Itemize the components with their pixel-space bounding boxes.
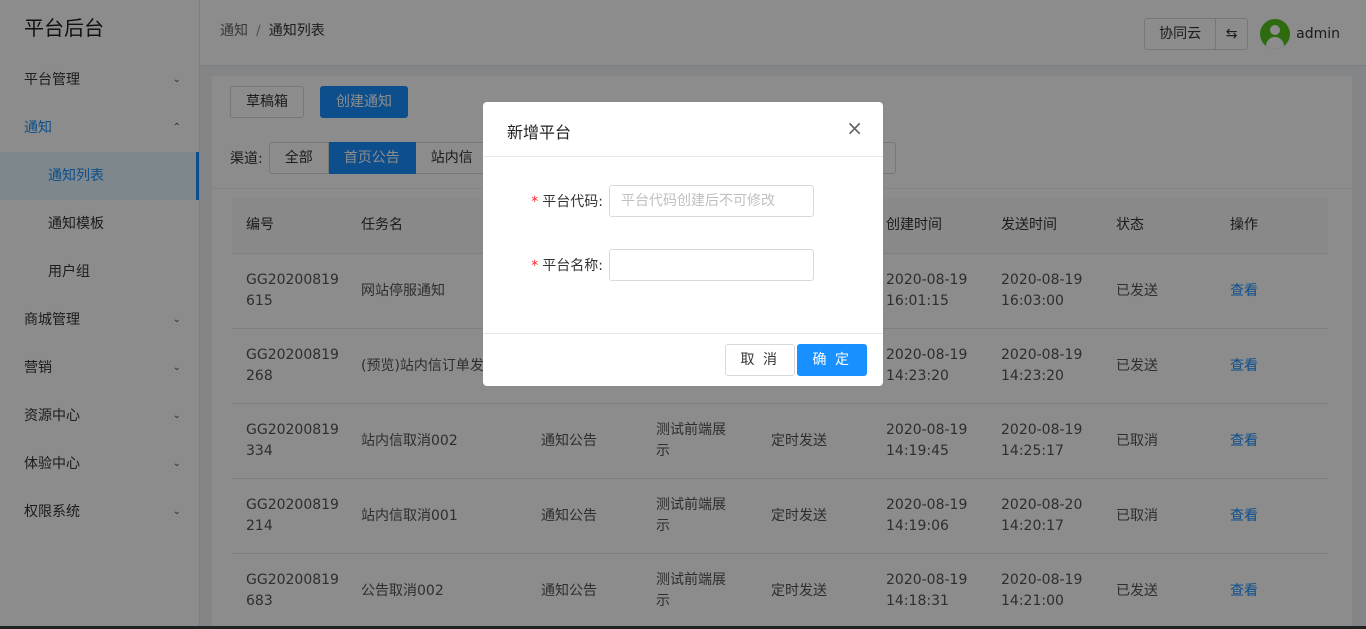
dialog-footer: 取 消 确 定 [483,333,883,386]
dialog-title: 新增平台 [507,123,572,142]
required-mark: * [531,258,539,274]
field-label-text: 平台代码: [542,194,603,210]
form-row-platform-name: * 平台名称: [483,249,814,281]
dialog-header: 新增平台 × [483,102,883,157]
field-label: * 平台名称: [483,255,609,275]
form-row-platform-code: * 平台代码: [483,185,814,217]
field-label: * 平台代码: [483,191,609,211]
add-platform-dialog: 新增平台 × *平台代码: *平台名称: 取 消 确 定 [483,102,883,386]
required-mark: * [531,194,539,210]
close-icon[interactable]: × [846,116,863,140]
cancel-button[interactable]: 取 消 [724,344,795,376]
field-label-text: 平台名称: [542,258,603,274]
platform-code-input[interactable] [609,185,814,217]
confirm-button[interactable]: 确 定 [796,344,867,376]
platform-name-input[interactable] [609,249,814,281]
